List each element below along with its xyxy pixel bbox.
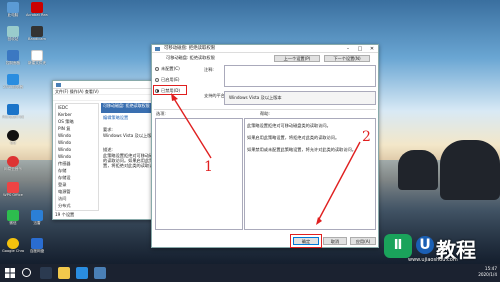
windows-logo-icon	[5, 268, 15, 278]
clock-date: 2020/1/4	[478, 272, 497, 277]
watermark-url: www.ujiaoshou.com	[408, 257, 458, 263]
gpedit-taskbar-icon[interactable]	[94, 267, 106, 279]
annotation-arrows	[171, 93, 361, 225]
watermark-logo: Ⅱ	[384, 234, 412, 258]
arrow-1-head	[171, 93, 178, 101]
task-view-icon[interactable]	[40, 267, 52, 279]
site-watermark: Ⅱ U 教程 www.ujiaoshou.com	[384, 234, 496, 264]
arrow-1-line	[172, 96, 212, 159]
desktop: 此电脑 Acrobat Reader 回收站 Bandicam 控制面板 新建文…	[0, 0, 500, 264]
annotation-number-2: 2	[362, 129, 371, 145]
edge-taskbar-icon[interactable]	[76, 267, 88, 279]
file-explorer-icon[interactable]	[58, 267, 70, 279]
start-button[interactable]	[4, 267, 16, 279]
taskbar: 15:47 2020/1/4	[0, 264, 500, 282]
watermark-u-icon: U	[416, 236, 434, 254]
search-icon[interactable]	[22, 268, 31, 277]
arrow-2-line	[317, 141, 361, 222]
arrow-2-head	[316, 217, 322, 225]
annotation-number-1: 1	[204, 159, 213, 175]
system-tray-clock[interactable]: 15:47 2020/1/4	[478, 266, 497, 278]
